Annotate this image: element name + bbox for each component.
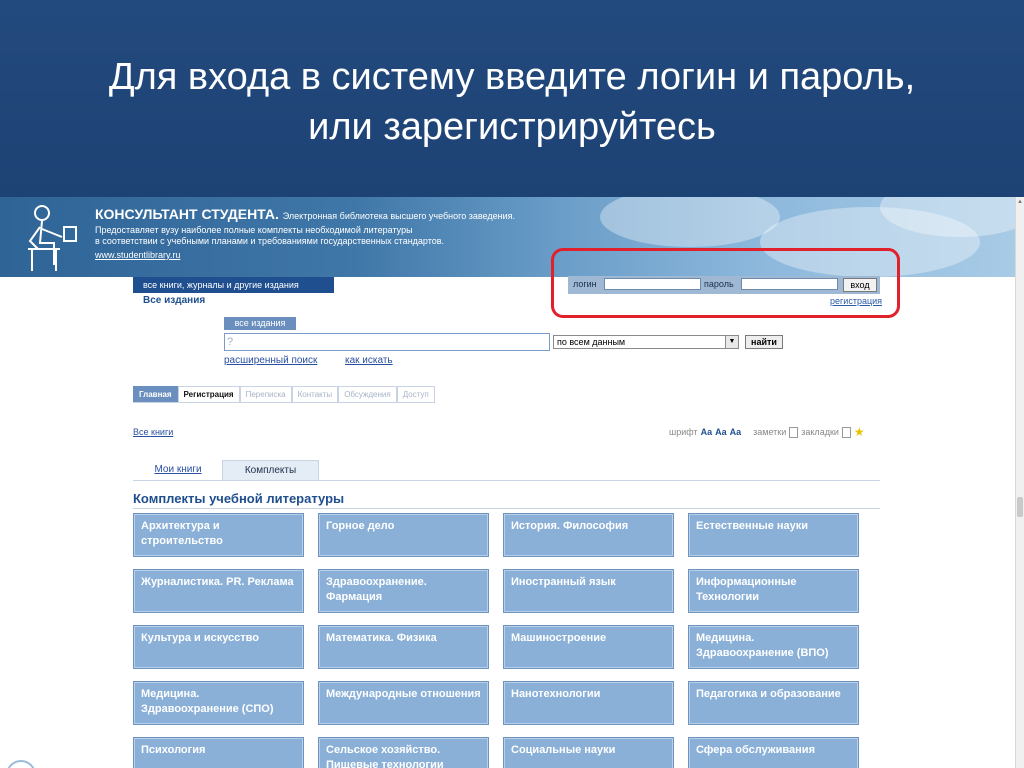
section-divider [133, 508, 880, 509]
category-tile[interactable]: Международные отношения [318, 681, 489, 725]
tab-sets[interactable]: Комплекты [222, 460, 319, 480]
category-tile[interactable]: Педагогика и образование [688, 681, 859, 725]
how-to-search-link[interactable]: как искать [345, 355, 393, 366]
bookmark-icon[interactable] [841, 426, 851, 438]
tab-contacts[interactable]: Контакты [291, 386, 339, 402]
category-tile[interactable]: Иностранный язык [503, 569, 674, 613]
book-tabs: Мои книги Комплекты [133, 460, 880, 481]
section-title: Комплекты учебной литературы [133, 491, 345, 506]
category-tile[interactable]: Здравоохранение. Фармация [318, 569, 489, 613]
category-tile[interactable]: Горное дело [318, 513, 489, 557]
category-tile[interactable]: Машиностроение [503, 625, 674, 669]
main-nav-tabs: Главная Регистрация Переписка Контакты О… [133, 386, 435, 403]
tab-access[interactable]: Доступ [396, 386, 435, 402]
scope-tab-all-books[interactable]: все книги, журналы и другие издания [133, 277, 334, 293]
font-decrease-icon[interactable]: Aa [730, 427, 742, 437]
tab-home[interactable]: Главная [133, 386, 178, 402]
tab-my-books[interactable]: Мои книги [143, 460, 213, 480]
category-tile[interactable]: Информационные Технологии [688, 569, 859, 613]
notes-icon[interactable] [789, 426, 799, 438]
scroll-up-icon[interactable]: ▲ [1017, 199, 1023, 205]
category-tile[interactable]: Медицина. Здравоохранение (ВПО) [688, 625, 859, 669]
category-tile[interactable]: Архитектура и строительство [133, 513, 304, 557]
slide-title: Для входа в систему введите логин и паро… [0, 52, 1024, 152]
circle-decoration [6, 760, 36, 768]
tab-registration[interactable]: Регистрация [177, 386, 240, 402]
site-url-link[interactable]: www.studentlibrary.ru [95, 250, 180, 260]
notes-label[interactable]: заметки [753, 427, 786, 437]
scrollbar-thumb[interactable] [1017, 497, 1023, 517]
search-field-select[interactable]: по всем данным ▼ [553, 335, 739, 349]
category-tile[interactable]: Психология [133, 737, 304, 768]
category-tile[interactable]: Социальные науки [503, 737, 674, 768]
tab-discussions[interactable]: Обсуждения [338, 386, 397, 402]
category-tile[interactable]: Культура и искусство [133, 625, 304, 669]
category-tile[interactable]: Сфера обслуживания [688, 737, 859, 768]
chevron-down-icon[interactable]: ▼ [725, 336, 738, 348]
student-logo-icon [28, 205, 77, 271]
cloud-decoration [600, 197, 780, 247]
favorites-icon[interactable]: ★ [854, 425, 865, 439]
site-tagline: Электронная библиотека высшего учебного … [282, 211, 515, 221]
category-tile[interactable]: Журналистика. PR. Реклама [133, 569, 304, 613]
font-reset-icon[interactable]: Aa [715, 427, 727, 437]
login-highlight-outline [551, 248, 900, 318]
vertical-scrollbar[interactable]: ▲ [1015, 197, 1024, 768]
scope-subtitle: Все издания [143, 295, 206, 306]
bookmarks-label[interactable]: закладки [801, 427, 839, 437]
advanced-search-link[interactable]: расширенный поиск [224, 355, 317, 366]
category-tile[interactable]: Нанотехнологии [503, 681, 674, 725]
slide-title-line-2: или зарегистрируйтесь [308, 106, 716, 148]
category-tile[interactable]: Математика. Физика [318, 625, 489, 669]
all-books-link[interactable]: Все книги [133, 427, 173, 437]
font-label: шрифт [669, 427, 698, 437]
site-name: КОНСУЛЬТАНТ СТУДЕНТА. Электронная библио… [95, 206, 515, 222]
slide-header: Для входа в систему введите логин и паро… [0, 0, 1024, 197]
category-tile[interactable]: Естественные науки [688, 513, 859, 557]
slide-title-line-1: Для входа в систему введите логин и паро… [108, 56, 916, 98]
category-tile[interactable]: История. Философия [503, 513, 674, 557]
search-scope-tag[interactable]: все издания [224, 317, 296, 330]
category-tile[interactable]: Сельское хозяйство. Пищевые технологии [318, 737, 489, 768]
reader-tools: шрифт Aa Aa Aa заметки закладки ★ [669, 425, 865, 439]
search-input[interactable]: ? [224, 333, 550, 351]
category-tile[interactable]: Медицина. Здравоохранение (СПО) [133, 681, 304, 725]
site-description: Предоставляет вузу наиболее полные компл… [95, 225, 445, 246]
find-button[interactable]: найти [745, 335, 783, 349]
tab-correspondence[interactable]: Переписка [239, 386, 292, 402]
website-screenshot: КОНСУЛЬТАНТ СТУДЕНТА. Электронная библио… [0, 197, 1024, 768]
font-increase-icon[interactable]: Aa [701, 427, 713, 437]
